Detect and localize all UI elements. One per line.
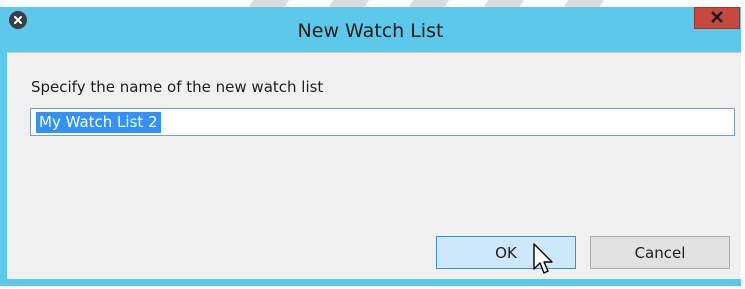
- cancel-button[interactable]: Cancel: [590, 236, 730, 269]
- prompt-label: Specify the name of the new watch list: [31, 78, 324, 96]
- close-button[interactable]: [694, 7, 740, 29]
- watch-list-name-input[interactable]: [30, 108, 735, 136]
- title-bar[interactable]: New Watch List: [0, 7, 741, 52]
- mouse-pointer-icon: [533, 243, 553, 274]
- close-x-icon: [710, 9, 724, 28]
- dialog-body: Specify the name of the new watch list M…: [7, 52, 741, 279]
- dialog-title: New Watch List: [297, 20, 444, 42]
- new-watch-list-dialog: New Watch List Specify the name of the n…: [0, 7, 741, 286]
